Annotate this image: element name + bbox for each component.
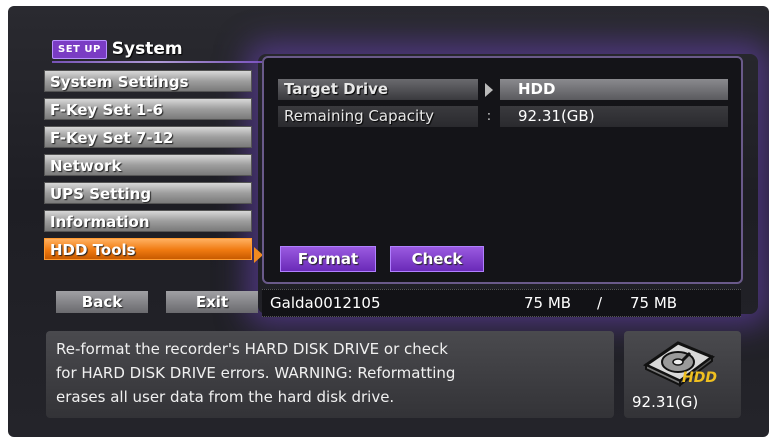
menu-item-ups-setting[interactable]: UPS Setting [44, 182, 252, 204]
target-drive-label: Target Drive [278, 79, 478, 100]
menu-item-fkey-7-12[interactable]: F-Key Set 7-12 [44, 126, 252, 148]
total-space: 75 MB [630, 294, 678, 312]
format-button[interactable]: Format [280, 246, 376, 272]
setup-badge: SET UP [52, 39, 107, 59]
menu-item-hdd-tools[interactable]: HDD Tools [44, 238, 252, 260]
menu-item-fkey-1-6[interactable]: F-Key Set 1-6 [44, 98, 252, 120]
usage-slash: / [597, 294, 603, 312]
check-button[interactable]: Check [390, 246, 484, 272]
disk-usage-bar: Galda0012105 75 MB / 75 MB [262, 289, 741, 317]
remaining-capacity-row: Remaining Capacity : 92.31(GB) [278, 106, 728, 127]
target-drive-row[interactable]: Target Drive HDD [278, 79, 728, 100]
hdd-tools-panel: Target Drive HDD Remaining Capacity : 92… [262, 56, 743, 284]
hdd-label: HDD [682, 370, 717, 386]
device-name: Galda0012105 [270, 294, 381, 312]
target-drive-arrow [478, 79, 500, 100]
used-space: 75 MB [524, 294, 572, 312]
remaining-capacity-value: 92.31(GB) [500, 106, 728, 127]
help-text-box: Re-format the recorder's HARD DISK DRIVE… [46, 331, 614, 418]
help-line: Re-format the recorder's HARD DISK DRIVE… [56, 340, 448, 358]
menu-item-network[interactable]: Network [44, 154, 252, 176]
page-header: SET UP System [52, 38, 183, 60]
target-drive-value[interactable]: HDD [500, 79, 728, 100]
hdd-capacity: 92.31(G) [632, 393, 699, 411]
exit-button[interactable]: Exit [166, 291, 258, 313]
hdd-status-box: HDD 92.31(G) [624, 331, 741, 418]
right-triangle-icon [485, 82, 493, 97]
menu-item-system-settings[interactable]: System Settings [44, 70, 252, 92]
help-line: for HARD DISK DRIVE errors. WARNING: Ref… [56, 364, 456, 382]
page-title: System [111, 39, 183, 59]
settings-menu: System Settings F-Key Set 1-6 F-Key Set … [44, 70, 252, 266]
bottom-bar: Back Exit Galda0012105 75 MB / 75 MB [44, 289, 741, 317]
remaining-capacity-separator: : [486, 109, 492, 124]
help-line: erases all user data from the hard disk … [56, 388, 395, 406]
back-button[interactable]: Back [56, 291, 148, 313]
header-underline [52, 61, 262, 63]
remaining-capacity-label: Remaining Capacity [278, 106, 478, 127]
menu-item-information[interactable]: Information [44, 210, 252, 232]
